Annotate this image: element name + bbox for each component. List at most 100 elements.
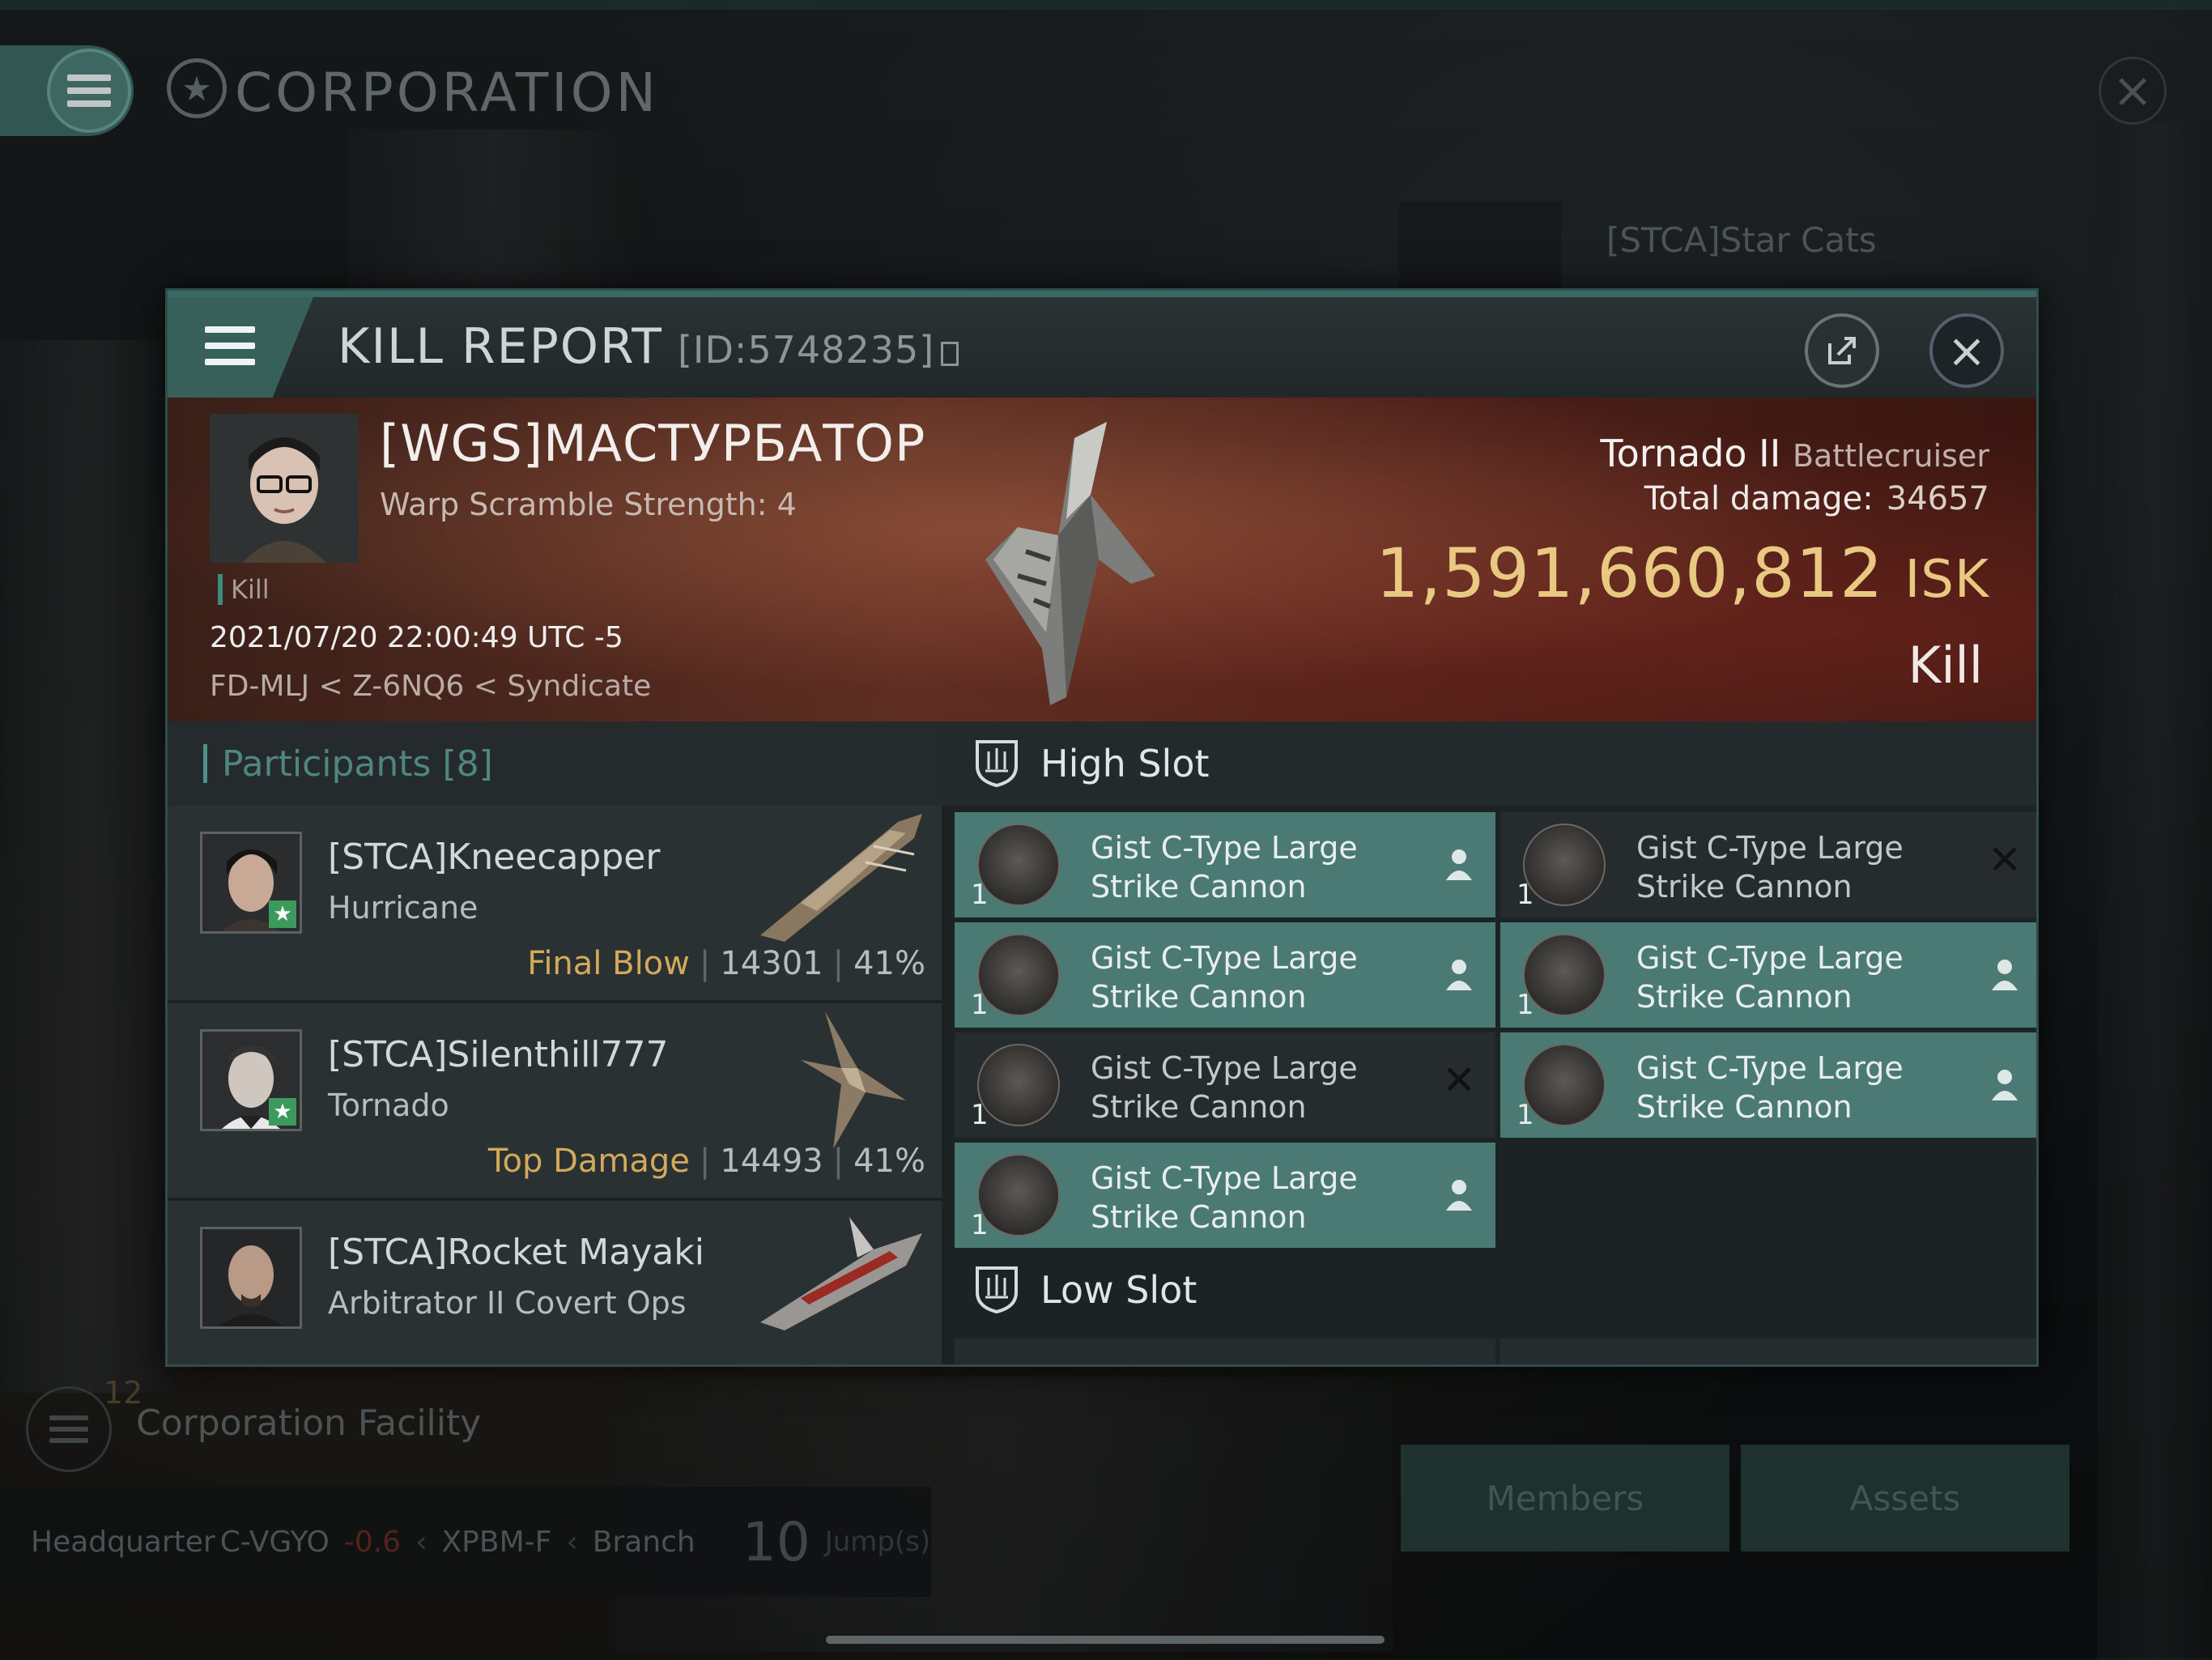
- participant-name: [STCA]Silenthill777: [328, 1034, 669, 1075]
- participant-stats: Top Damage | 14493 | 41%: [488, 1143, 925, 1180]
- participant-portrait: [200, 1227, 302, 1329]
- module-slot[interactable]: 1 Gist C-Type Large Strike Cannon: [955, 1143, 1495, 1248]
- close-button[interactable]: ×: [1929, 313, 2004, 388]
- participants-header[interactable]: Participants [8]: [168, 721, 942, 806]
- participant-ship: Hurricane: [328, 890, 479, 926]
- participant-ship-image: [801, 1011, 906, 1149]
- victim-banner: [WGS]МАСТУРБАТОР Warp Scramble Strength:…: [168, 398, 2036, 721]
- separator: |: [832, 945, 844, 982]
- module-slot[interactable]: 1 Gist C-Type Large Strike Cannon ✕: [955, 1032, 1495, 1138]
- person-icon: [1992, 1070, 2018, 1100]
- total-damage: Total damage: 34657: [1644, 480, 1989, 517]
- victim-portrait[interactable]: [210, 414, 359, 563]
- strike-cannon-icon: [1523, 1044, 1606, 1126]
- total-damage-label: Total damage:: [1644, 480, 1874, 517]
- victim-name[interactable]: [WGS]МАСТУРБАТОР: [380, 414, 925, 473]
- modal-title: KILL REPORT [ID:5748235]: [338, 318, 959, 375]
- module-slot[interactable]: 1 Gist C-Type Large Strike Cannon: [955, 922, 1495, 1028]
- module-slot[interactable]: [1500, 1339, 2036, 1364]
- kill-result: Kill: [1908, 636, 1983, 695]
- participant-name: [STCA]Kneecapper: [328, 836, 661, 878]
- module-quantity: 1: [971, 1099, 989, 1131]
- strike-cannon-icon: [977, 1044, 1060, 1126]
- low-slot-header: Low Slot: [942, 1248, 2036, 1332]
- isk-unit: ISK: [1904, 550, 1989, 610]
- participant-ship: Arbitrator II Covert Ops: [328, 1285, 687, 1321]
- strike-cannon-icon: [977, 824, 1060, 906]
- module-slot[interactable]: 1 Gist C-Type Large Strike Cannon: [955, 812, 1495, 917]
- participant-portrait: ★: [200, 832, 302, 934]
- kill-report-id: [ID:5748235]: [677, 328, 935, 372]
- module-name-line2: Strike Cannon: [1091, 869, 1307, 904]
- low-slot-icon: [976, 1266, 1018, 1314]
- module-name: Gist C-Type Large Strike Cannon: [1636, 828, 1904, 906]
- module-name: Gist C-Type Large Strike Cannon: [1091, 1049, 1358, 1126]
- person-icon: [1446, 1180, 1472, 1211]
- copy-icon[interactable]: [941, 342, 959, 366]
- module-slot[interactable]: 1 Gist C-Type Large Strike Cannon: [1500, 1032, 2036, 1138]
- participant-percent: 41%: [853, 945, 925, 982]
- separator: |: [699, 1143, 711, 1180]
- person-icon: [1992, 960, 2018, 990]
- module-slot[interactable]: 1 Gist C-Type Large Strike Cannon ✕: [1500, 812, 2036, 917]
- module-name-line1: Gist C-Type Large: [1091, 830, 1358, 866]
- module-quantity: 1: [971, 1209, 989, 1241]
- module-name-line2: Strike Cannon: [1091, 979, 1307, 1015]
- module-slot[interactable]: [955, 1339, 1495, 1364]
- module-name-line2: Strike Cannon: [1636, 869, 1853, 904]
- victim-ship-image[interactable]: [969, 422, 1212, 713]
- participants-panel: Participants [8] ★ [STCA]Kneecapper Hurr…: [168, 721, 942, 1364]
- separator: |: [699, 945, 711, 982]
- star-icon: ★: [269, 900, 296, 928]
- participant-ship: Tornado: [328, 1088, 449, 1123]
- module-name: Gist C-Type Large Strike Cannon: [1091, 1159, 1358, 1236]
- kill-report-title: KILL REPORT: [338, 318, 663, 375]
- strike-cannon-icon: [1523, 934, 1606, 1016]
- participant-row[interactable]: [STCA]Rocket Mayaki Arbitrator II Covert…: [168, 1201, 942, 1364]
- home-indicator[interactable]: [826, 1636, 1385, 1644]
- participants-label: Participants: [222, 743, 432, 785]
- strike-cannon-icon: [977, 1154, 1060, 1236]
- module-name-line1: Gist C-Type Large: [1091, 1050, 1358, 1086]
- high-slot-label: High Slot: [1040, 742, 1210, 785]
- participant-damage: 14493: [720, 1143, 823, 1180]
- separator: |: [832, 1143, 844, 1180]
- kill-report-modal: KILL REPORT [ID:5748235] × [WGS]МАСТУРБА…: [165, 288, 2039, 1367]
- participant-name: [STCA]Rocket Mayaki: [328, 1232, 704, 1273]
- kill-location[interactable]: FD-MLJ < Z-6NQ6 < Syndicate: [210, 670, 651, 703]
- strike-cannon-icon: [1523, 824, 1606, 906]
- module-name-line1: Gist C-Type Large: [1636, 1050, 1904, 1086]
- total-damage-value: 34657: [1886, 480, 1989, 517]
- share-button[interactable]: [1805, 313, 1879, 388]
- modal-menu-button[interactable]: [168, 297, 313, 398]
- person-icon: [1446, 960, 1472, 990]
- ship-title[interactable]: Tornado II Battlecruiser: [1600, 432, 1989, 475]
- character-portrait-image: [210, 414, 359, 563]
- high-slot-icon: [976, 740, 1018, 788]
- strike-cannon-icon: [977, 934, 1060, 1016]
- participant-tag: Final Blow: [527, 945, 690, 982]
- participant-percent: 41%: [853, 1143, 925, 1180]
- ship-name: Tornado II: [1600, 432, 1781, 475]
- isk-value: 1,591,660,812 ISK: [1376, 534, 1989, 613]
- participant-tag: Top Damage: [487, 1143, 690, 1180]
- module-name: Gist C-Type Large Strike Cannon: [1636, 939, 1904, 1016]
- module-name-line2: Strike Cannon: [1091, 1089, 1307, 1125]
- destroyed-x-icon: ✕: [1988, 836, 2022, 883]
- module-name-line2: Strike Cannon: [1636, 1089, 1853, 1125]
- character-portrait-image: [202, 1229, 300, 1326]
- module-slot[interactable]: 1 Gist C-Type Large Strike Cannon: [1500, 922, 2036, 1028]
- module-name-line1: Gist C-Type Large: [1091, 1160, 1358, 1196]
- victim-subtitle: Warp Scramble Strength: 4: [380, 487, 797, 522]
- module-quantity: 1: [1516, 989, 1534, 1021]
- module-name: Gist C-Type Large Strike Cannon: [1091, 828, 1358, 906]
- kill-datetime: 2021/07/20 22:00:49 UTC -5: [210, 621, 623, 654]
- isk-amount: 1,591,660,812: [1375, 534, 1884, 613]
- participant-row[interactable]: ★ [STCA]Kneecapper Hurricane Final Blow |…: [168, 806, 942, 1003]
- module-name-line2: Strike Cannon: [1091, 1199, 1307, 1235]
- module-name-line1: Gist C-Type Large: [1636, 940, 1904, 976]
- high-slot-header: High Slot: [942, 721, 2036, 806]
- participant-row[interactable]: ★ [STCA]Silenthill777 Tornado Top Damage…: [168, 1003, 942, 1201]
- module-name: Gist C-Type Large Strike Cannon: [1091, 939, 1358, 1016]
- star-icon: ★: [269, 1098, 296, 1126]
